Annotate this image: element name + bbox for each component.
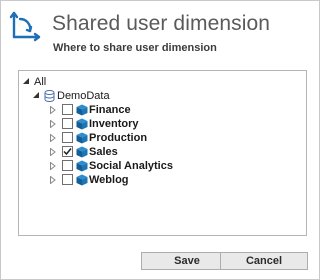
tree-node-demodata[interactable]: DemoData [19,88,306,103]
cancel-button[interactable]: Cancel [220,252,308,270]
expand-arrow-icon[interactable] [49,161,57,170]
cube-icon [76,160,88,171]
tree-view[interactable]: All DemoData Finance Inventory Productio… [18,70,307,236]
tree-node-production[interactable]: Production [19,130,306,145]
tree-node-label: All [34,75,47,88]
tree-node-label: DemoData [57,89,110,102]
expand-arrow-icon[interactable] [49,119,57,128]
dialog-subtitle: Where to share user dimension [53,42,217,54]
checkmark-icon [63,148,72,156]
social-analytics-checkbox[interactable] [62,160,73,171]
cube-icon [76,132,88,143]
tree-node-label: Inventory [89,117,139,130]
tree-node-label: Sales [89,145,118,158]
cube-icon [76,104,88,115]
dialog-title: Shared user dimension [52,12,271,35]
axis-chart-icon [9,11,41,42]
production-checkbox[interactable] [62,132,73,143]
tree-node-label: Finance [89,103,131,116]
collapse-arrow-icon[interactable] [22,78,30,86]
tree-node-sales[interactable]: Sales [19,144,306,159]
tree-node-all[interactable]: All [19,74,306,89]
tree-node-inventory[interactable]: Inventory [19,116,306,131]
tree-node-weblog[interactable]: Weblog [19,172,306,187]
cube-icon [76,146,88,157]
finance-checkbox[interactable] [62,104,73,115]
tree-node-label: Social Analytics [89,159,173,172]
inventory-checkbox[interactable] [62,118,73,129]
weblog-checkbox[interactable] [62,174,73,185]
expand-arrow-icon[interactable] [49,147,57,156]
database-icon [44,89,55,102]
cube-icon [76,118,88,129]
expand-arrow-icon[interactable] [49,105,57,114]
tree-node-social-analytics[interactable]: Social Analytics [19,158,306,173]
expand-arrow-icon[interactable] [49,133,57,142]
expand-arrow-icon[interactable] [49,175,57,184]
tree-node-finance[interactable]: Finance [19,102,306,117]
collapse-arrow-icon[interactable] [32,92,40,100]
tree-node-label: Weblog [89,173,129,186]
sales-checkbox[interactable] [62,146,73,157]
shared-user-dimension-dialog: Shared user dimension Where to share use… [0,0,320,280]
cube-icon [76,174,88,185]
tree-node-label: Production [89,131,148,144]
